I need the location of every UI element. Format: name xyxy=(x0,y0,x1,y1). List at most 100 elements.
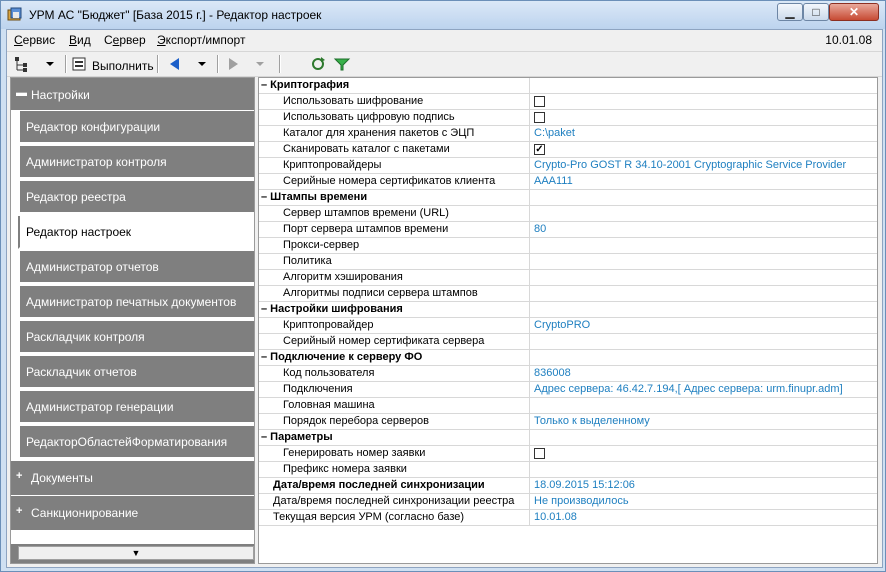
menu-bar: Сервис Вид Сервер Экспорт/импорт 10.01.0… xyxy=(7,30,882,50)
settings-row[interactable]: Каталог для хранения пакетов с ЭЦП C:\pak… xyxy=(259,126,877,142)
current-date: 10.01.08 xyxy=(825,33,872,47)
sidebar-group-documents[interactable]: + Документы xyxy=(11,461,254,496)
setting-value[interactable] xyxy=(531,206,875,221)
sidebar-item-registry-editor[interactable]: Редактор реестра xyxy=(18,181,254,214)
settings-section[interactable]: – Штампы времени xyxy=(259,190,877,206)
settings-row[interactable]: Прокси-сервер xyxy=(259,238,877,254)
tree-dropdown-icon[interactable] xyxy=(45,55,55,73)
settings-row[interactable]: Сервер штампов времени (URL) xyxy=(259,206,877,222)
close-button[interactable]: ✕ xyxy=(829,3,879,21)
settings-row[interactable]: Префикс номера заявки xyxy=(259,462,877,478)
settings-row[interactable]: Алгоритм хэширования xyxy=(259,270,877,286)
menu-view[interactable]: Вид xyxy=(69,33,91,47)
sidebar-item-reports-layout[interactable]: Раскладчик отчетов xyxy=(18,356,254,389)
back-dropdown-icon[interactable] xyxy=(197,55,207,73)
settings-row[interactable]: Серийные номера сертификатов клиента AAA1… xyxy=(259,174,877,190)
filter-icon[interactable] xyxy=(333,55,351,73)
setting-value[interactable] xyxy=(531,270,875,285)
setting-value[interactable] xyxy=(531,462,875,477)
setting-value[interactable]: Адрес сервера: 46.42.7.194,[ Адрес серве… xyxy=(531,382,875,397)
setting-value[interactable] xyxy=(531,334,875,349)
sidebar-item-control-layout[interactable]: Раскладчик контроля xyxy=(18,321,254,354)
sidebar-item-config-editor[interactable]: Редактор конфигурации xyxy=(18,111,254,144)
settings-section[interactable]: – Подключение к серверу ФО xyxy=(259,350,877,366)
menu-service[interactable]: Сервис xyxy=(14,33,55,47)
sidebar-item-control-admin[interactable]: Администратор контроля xyxy=(18,146,254,179)
menu-export-import[interactable]: Экспорт/импорт xyxy=(157,33,245,47)
setting-name: Каталог для хранения пакетов с ЭЦП xyxy=(259,126,530,141)
client-area: Сервис Вид Сервер Экспорт/импорт 10.01.0… xyxy=(6,29,883,568)
sidebar-item-print-docs-admin[interactable]: Администратор печатных документов xyxy=(18,286,254,319)
minimize-button[interactable]: ▁ xyxy=(777,3,803,21)
setting-checkbox[interactable] xyxy=(534,112,545,123)
settings-section[interactable]: – Настройки шифрования xyxy=(259,302,877,318)
settings-row[interactable]: Использовать цифровую подпись xyxy=(259,110,877,126)
app-icon xyxy=(7,7,22,21)
setting-value[interactable] xyxy=(531,254,875,269)
tree-icon[interactable] xyxy=(13,55,31,73)
setting-checkbox[interactable] xyxy=(534,96,545,107)
settings-row[interactable]: Дата/время последней синхронизации 18.09.… xyxy=(259,478,877,494)
scroll-down-button[interactable]: ▼ xyxy=(18,546,254,560)
setting-checkbox[interactable]: ✓ xyxy=(534,144,545,155)
setting-value[interactable]: Только к выделенному xyxy=(531,414,875,429)
setting-value[interactable]: 80 xyxy=(531,222,875,237)
setting-checkbox-cell[interactable] xyxy=(531,94,875,109)
setting-value[interactable]: Crypto-Pro GOST R 34.10-2001 Cryptograph… xyxy=(531,158,875,173)
sidebar-item-settings-editor[interactable]: Редактор настроек xyxy=(18,216,254,249)
setting-name: Серийный номер сертификата сервера xyxy=(259,334,530,349)
section-value-cell xyxy=(531,190,875,205)
setting-name: Серийные номера сертификатов клиента xyxy=(259,174,530,189)
sidebar-item-reports-admin[interactable]: Администратор отчетов xyxy=(18,251,254,284)
settings-row[interactable]: Серийный номер сертификата сервера xyxy=(259,334,877,350)
settings-row[interactable]: Порт сервера штампов времени 80 xyxy=(259,222,877,238)
settings-row[interactable]: Генерировать номер заявки xyxy=(259,446,877,462)
menu-server[interactable]: Сервер xyxy=(104,33,146,47)
settings-row[interactable]: Политика xyxy=(259,254,877,270)
settings-section[interactable]: – Параметры xyxy=(259,430,877,446)
settings-row[interactable]: Алгоритмы подписи сервера штампов xyxy=(259,286,877,302)
setting-name: Криптопровайдеры xyxy=(259,158,530,173)
setting-name: Сканировать каталог с пакетами xyxy=(259,142,530,157)
sidebar-item-format-areas-editor[interactable]: РедакторОбластейФорматирования xyxy=(18,426,254,459)
setting-name: Текущая версия УРМ (согласно базе) xyxy=(259,510,530,525)
settings-row[interactable]: Сканировать каталог с пакетами ✓ xyxy=(259,142,877,158)
settings-row[interactable]: Криптопровайдеры Crypto-Pro GOST R 34.10-… xyxy=(259,158,877,174)
setting-value[interactable] xyxy=(531,398,875,413)
maximize-button[interactable]: □ xyxy=(803,3,829,21)
settings-row[interactable]: Текущая версия УРМ (согласно базе) 10.01.… xyxy=(259,510,877,526)
forward-dropdown-icon[interactable] xyxy=(255,55,265,73)
settings-section[interactable]: – Криптография xyxy=(259,78,877,94)
setting-value[interactable]: 18.09.2015 15:12:06 xyxy=(531,478,875,493)
setting-value[interactable]: Не производилось xyxy=(531,494,875,509)
setting-value[interactable]: AAA111 xyxy=(531,174,875,189)
expand-icon: + xyxy=(16,470,23,482)
settings-row[interactable]: Криптопровайдер CryptoPRO xyxy=(259,318,877,334)
setting-checkbox[interactable] xyxy=(534,448,545,459)
back-icon[interactable] xyxy=(167,55,183,73)
setting-checkbox-cell[interactable]: ✓ xyxy=(531,142,875,157)
setting-value[interactable] xyxy=(531,238,875,253)
settings-row[interactable]: Подключения Адрес сервера: 46.42.7.194,[… xyxy=(259,382,877,398)
sidebar-group-settings[interactable]: ▬ Настройки xyxy=(11,78,254,111)
settings-row[interactable]: Код пользователя 836008 xyxy=(259,366,877,382)
settings-row[interactable]: Дата/время последней синхронизации реест… xyxy=(259,494,877,510)
settings-row[interactable]: Использовать шифрование xyxy=(259,94,877,110)
forward-icon[interactable] xyxy=(225,55,241,73)
setting-value[interactable]: 836008 xyxy=(531,366,875,381)
sidebar-group-sanction[interactable]: + Санкционирование xyxy=(11,496,254,531)
setting-value[interactable]: CryptoPRO xyxy=(531,318,875,333)
setting-checkbox-cell[interactable] xyxy=(531,446,875,461)
setting-name: Сервер штампов времени (URL) xyxy=(259,206,530,221)
sidebar-footer: ▼ xyxy=(11,544,254,563)
sidebar-item-generation-admin[interactable]: Администратор генерации xyxy=(18,391,254,424)
setting-value[interactable]: C:\paket xyxy=(531,126,875,141)
settings-row[interactable]: Головная машина xyxy=(259,398,877,414)
setting-value[interactable]: 10.01.08 xyxy=(531,510,875,525)
run-icon[interactable] xyxy=(71,55,89,73)
setting-checkbox-cell[interactable] xyxy=(531,110,875,125)
setting-value[interactable] xyxy=(531,286,875,301)
refresh-icon[interactable] xyxy=(309,55,327,73)
settings-row[interactable]: Порядок перебора серверов Только к выделе… xyxy=(259,414,877,430)
run-button[interactable]: Выполнить xyxy=(92,59,154,73)
